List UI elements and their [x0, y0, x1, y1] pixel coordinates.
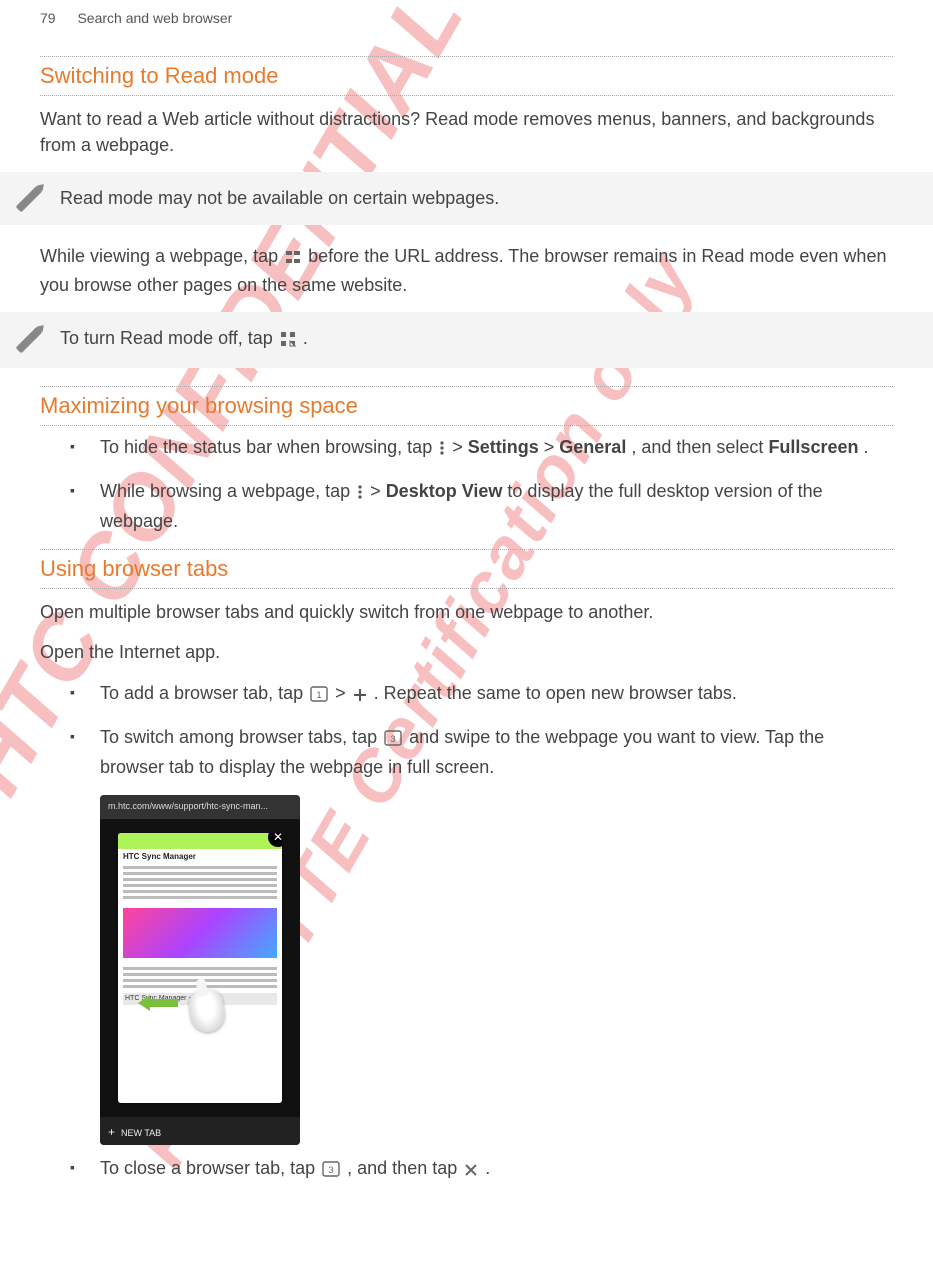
screenshot-card-title: HTC Sync Manager [118, 849, 282, 861]
tabs-list-2: To close a browser tab, tap 3 , and then… [40, 1155, 893, 1185]
tabs-3-icon: 3 [384, 727, 402, 754]
general-label: General [559, 437, 626, 457]
text: > [335, 683, 351, 703]
note-text: Read mode may not be available on certai… [60, 188, 499, 208]
page-number: 79 [40, 10, 56, 26]
text: > [370, 481, 386, 501]
desktop-view-label: Desktop View [386, 481, 503, 501]
text: > [452, 437, 468, 457]
note-text-before: To turn Read mode off, tap [60, 328, 278, 348]
plus-icon [353, 683, 367, 710]
text: . [485, 1158, 490, 1178]
svg-text:3: 3 [391, 734, 396, 744]
pencil-icon [16, 327, 43, 354]
list-item: To switch among browser tabs, tap 3 and … [100, 724, 893, 781]
heading-read-mode: Switching to Read mode [40, 63, 893, 89]
text: To hide the status bar when browsing, ta… [100, 437, 437, 457]
divider [40, 549, 893, 550]
heading-maximize: Maximizing your browsing space [40, 393, 893, 419]
tabs-1-icon: 1 [310, 683, 328, 710]
screenshot-newtab: NEW TAB [100, 1117, 300, 1145]
text: While viewing a webpage, tap [40, 246, 283, 266]
intro-read-mode: Want to read a Web article without distr… [40, 106, 893, 158]
heading-tabs: Using browser tabs [40, 556, 893, 582]
screenshot-tab-card: ✕ HTC Sync Manager HTC Sync Manager - H [118, 833, 282, 1103]
tabs-open-app: Open the Internet app. [40, 639, 893, 665]
fullscreen-label: Fullscreen [768, 437, 858, 457]
tabs-screenshot: m.htc.com/www/support/htc-sync-man... ✕ … [100, 795, 300, 1145]
text: . [864, 437, 869, 457]
list-item: To hide the status bar when browsing, ta… [100, 434, 893, 464]
list-item: To add a browser tab, tap 1 > . Repeat t… [100, 680, 893, 710]
running-header: 79 Search and web browser [40, 10, 893, 26]
divider [40, 588, 893, 589]
readmode-instruction: While viewing a webpage, tap before the … [40, 243, 893, 298]
swipe-arrow-icon [138, 995, 180, 1011]
text: , and then select [631, 437, 768, 457]
text: > [544, 437, 560, 457]
divider [40, 56, 893, 57]
page-content: 79 Search and web browser Switching to R… [0, 0, 933, 1219]
text: To close a browser tab, tap [100, 1158, 320, 1178]
tabs-3-icon: 3 [322, 1158, 340, 1185]
text: . Repeat the same to open new browser ta… [374, 683, 737, 703]
text: , and then tap [347, 1158, 462, 1178]
header-section: Search and web browser [77, 10, 232, 26]
screenshot-urlbar: m.htc.com/www/support/htc-sync-man... [100, 795, 300, 819]
tabs-intro: Open multiple browser tabs and quickly s… [40, 599, 893, 625]
read-mode-on-icon [285, 246, 301, 272]
settings-label: Settings [468, 437, 539, 457]
text: To switch among browser tabs, tap [100, 727, 382, 747]
divider [40, 95, 893, 96]
svg-text:3: 3 [329, 1165, 334, 1175]
note-readmode-off: To turn Read mode off, tap . [0, 312, 933, 368]
menu-dots-icon [439, 437, 445, 464]
text: While browsing a webpage, tap [100, 481, 355, 501]
list-item: To close a browser tab, tap 3 , and then… [100, 1155, 893, 1185]
divider [40, 386, 893, 387]
list-item: While browsing a webpage, tap > Desktop … [100, 478, 893, 535]
read-mode-off-icon [280, 331, 296, 352]
maximize-list: To hide the status bar when browsing, ta… [40, 434, 893, 535]
divider [40, 425, 893, 426]
note-text-after: . [303, 328, 308, 348]
menu-dots-icon [357, 481, 363, 508]
note-readmode-availability: Read mode may not be available on certai… [0, 172, 933, 225]
svg-text:1: 1 [317, 690, 322, 700]
text: To add a browser tab, tap [100, 683, 308, 703]
pencil-icon [16, 185, 43, 212]
tabs-list: To add a browser tab, tap 1 > . Repeat t… [40, 680, 893, 781]
close-x-icon [464, 1158, 478, 1185]
